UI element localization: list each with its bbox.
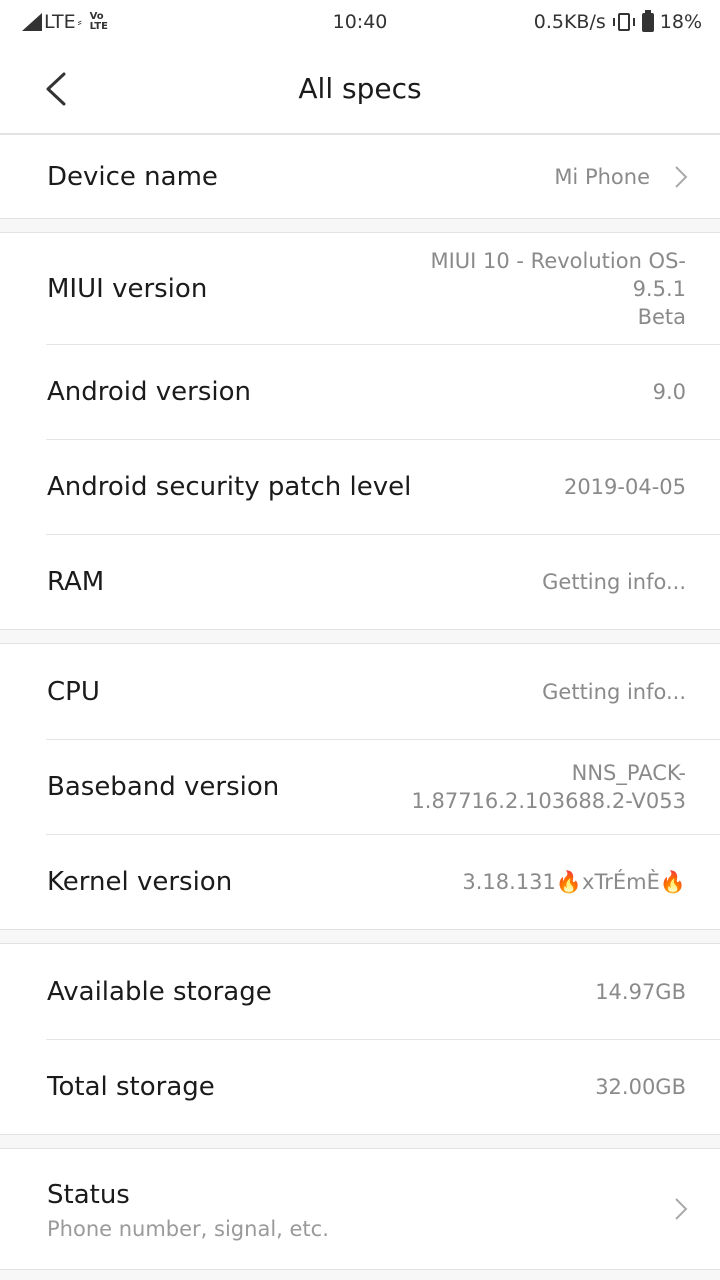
row-value: 3.18.131🔥xTrÉmÈ🔥 bbox=[462, 869, 686, 894]
network-speed: 0.5KB/s bbox=[533, 11, 606, 33]
vibrate-icon bbox=[612, 13, 635, 31]
row-value: MIUI 10 - Revolution OS- 9.5.1 Beta bbox=[386, 247, 686, 331]
row-kernel-version: Kernel version 3.18.131🔥xTrÉmÈ🔥 bbox=[0, 834, 720, 929]
section-hardware: CPU Getting info... Baseband version NNS… bbox=[0, 643, 720, 930]
row-ram: RAM Getting info... bbox=[0, 534, 720, 629]
row-value: Mi Phone bbox=[554, 164, 650, 189]
row-value: NNS_PACK- 1.87716.2.103688.2-V053 bbox=[386, 759, 686, 815]
row-miui-version: MIUI version MIUI 10 - Revolution OS- 9.… bbox=[0, 233, 720, 344]
row-label: RAM bbox=[47, 566, 105, 597]
row-security-patch: Android security patch level 2019-04-05 bbox=[0, 439, 720, 534]
row-label: Status bbox=[47, 1180, 130, 1210]
value-line: NNS_PACK- bbox=[571, 760, 686, 785]
row-label: Kernel version bbox=[47, 866, 233, 897]
section-status: Status Phone number, signal, etc. bbox=[0, 1148, 720, 1270]
row-label: Android version bbox=[47, 376, 252, 407]
row-sublabel: Phone number, signal, etc. bbox=[47, 1217, 329, 1241]
row-value: Getting info... bbox=[542, 569, 686, 594]
row-cpu: CPU Getting info... bbox=[0, 644, 720, 739]
row-status[interactable]: Status Phone number, signal, etc. bbox=[0, 1149, 720, 1269]
row-value: 32.00GB bbox=[595, 1074, 686, 1099]
row-label: Device name bbox=[47, 161, 218, 192]
chevron-right-icon bbox=[675, 165, 688, 188]
header-bar: All specs bbox=[0, 44, 720, 134]
app-screen: LTE ⸗ Vo LTE 10:40 0.5KB/s 18% All specs… bbox=[0, 0, 720, 1280]
page-title: All specs bbox=[298, 72, 422, 105]
battery-level: 18% bbox=[659, 11, 702, 33]
section-device: Device name Mi Phone bbox=[0, 134, 720, 219]
section-software: MIUI version MIUI 10 - Revolution OS- 9.… bbox=[0, 232, 720, 630]
chevron-right-icon bbox=[675, 1198, 688, 1220]
row-value: 14.97GB bbox=[595, 979, 686, 1004]
status-bar: LTE ⸗ Vo LTE 10:40 0.5KB/s 18% bbox=[0, 0, 720, 44]
section-storage: Available storage 14.97GB Total storage … bbox=[0, 943, 720, 1135]
row-value: Getting info... bbox=[542, 679, 686, 704]
status-right: 0.5KB/s 18% bbox=[533, 9, 702, 33]
row-baseband-version: Baseband version NNS_PACK- 1.87716.2.103… bbox=[0, 739, 720, 834]
value-line: 9.5.1 bbox=[632, 276, 686, 301]
value-line: 1.87716.2.103688.2-V053 bbox=[411, 788, 686, 813]
row-label: Android security patch level bbox=[47, 471, 412, 502]
value-line: Beta bbox=[637, 304, 686, 329]
row-label: MIUI version bbox=[47, 273, 208, 304]
row-available-storage: Available storage 14.97GB bbox=[0, 944, 720, 1039]
row-label: Baseband version bbox=[47, 771, 280, 802]
row-value: 9.0 bbox=[652, 379, 686, 404]
row-total-storage: Total storage 32.00GB bbox=[0, 1039, 720, 1134]
value-line: MIUI 10 - Revolution OS- bbox=[430, 248, 686, 273]
row-label: Available storage bbox=[47, 976, 272, 1007]
row-label: CPU bbox=[47, 676, 100, 707]
row-label: Total storage bbox=[47, 1071, 215, 1102]
row-device-name[interactable]: Device name Mi Phone bbox=[0, 135, 720, 218]
battery-icon bbox=[641, 9, 654, 32]
row-android-version: Android version 9.0 bbox=[0, 344, 720, 439]
row-value: 2019-04-05 bbox=[563, 474, 686, 499]
